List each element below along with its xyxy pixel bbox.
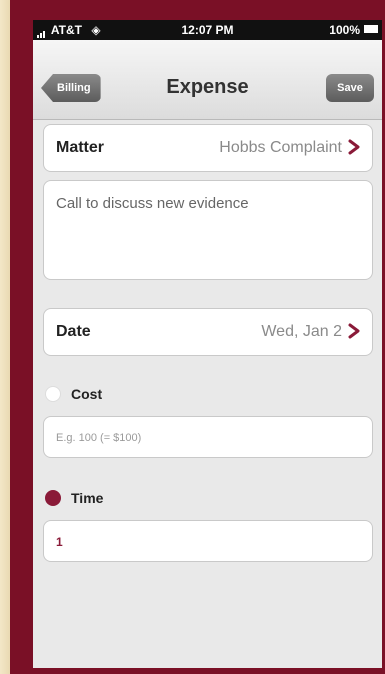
save-button[interactable]: Save: [326, 74, 374, 102]
time-input[interactable]: 1: [43, 520, 373, 562]
phone-frame: AT&T ◈ 12:07 PM 100% Billing Expense Sav…: [10, 0, 385, 674]
cost-input[interactable]: E.g. 100 (= $100): [43, 416, 373, 458]
time-label: Time: [71, 490, 104, 506]
date-label: Date: [56, 323, 91, 340]
description-text[interactable]: Call to discuss new evidence: [56, 195, 249, 212]
chevron-right-icon: [348, 323, 360, 339]
description-field[interactable]: Call to discuss new evidence: [43, 180, 373, 280]
status-bar: AT&T ◈ 12:07 PM 100%: [33, 20, 382, 40]
matter-row[interactable]: Matter Hobbs Complaint: [43, 124, 373, 172]
matter-label: Matter: [56, 139, 105, 156]
navigation-bar: Billing Expense Save: [33, 40, 382, 120]
battery-percent: 100%: [329, 23, 360, 37]
background-left-strip: [0, 0, 10, 674]
time-option[interactable]: Time: [45, 488, 375, 510]
time-radio[interactable]: [45, 490, 61, 506]
cost-option[interactable]: Cost: [45, 384, 375, 406]
date-value: Wed, Jan 2: [261, 323, 342, 340]
chevron-right-icon: [348, 139, 360, 155]
date-row[interactable]: Date Wed, Jan 2: [43, 308, 373, 356]
battery-icon: [364, 25, 378, 33]
matter-value: Hobbs Complaint: [219, 139, 342, 156]
cost-label: Cost: [71, 386, 103, 402]
app-screen: AT&T ◈ 12:07 PM 100% Billing Expense Sav…: [33, 20, 382, 668]
cost-radio[interactable]: [45, 386, 61, 402]
